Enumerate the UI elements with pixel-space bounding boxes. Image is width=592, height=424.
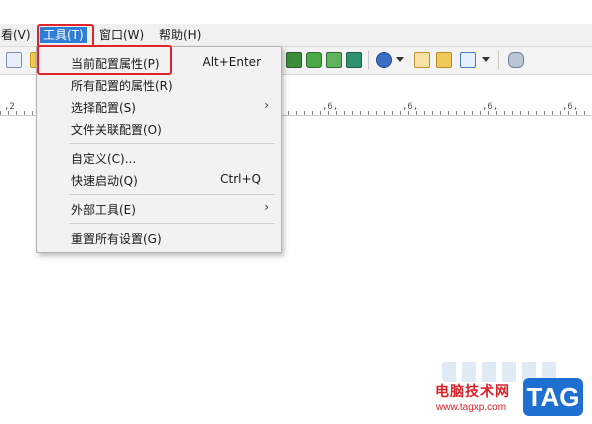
title-strip [0, 0, 592, 24]
menu-view[interactable]: 看(V) [0, 27, 34, 43]
menu-item-current-config-properties[interactable]: 当前配置属性(P) Alt+Enter [39, 52, 279, 74]
menu-help[interactable]: 帮助(H) [156, 27, 204, 43]
menu-item-customize[interactable]: 自定义(C)... [39, 147, 279, 169]
watermark-title: 电脑技术网 [435, 384, 510, 400]
menu-item-shortcut: Ctrl+Q [220, 172, 261, 186]
menu-separator [69, 194, 275, 195]
menu-window[interactable]: 窗口(W) [96, 27, 147, 43]
menu-item-quick-launch[interactable]: 快速启动(Q) Ctrl+Q [39, 169, 279, 191]
ruler-label: ,2 [4, 102, 15, 112]
watermark-url: www.tagxp.com [436, 402, 507, 413]
green-grid-icon[interactable] [286, 52, 302, 68]
chart-icon[interactable] [460, 52, 476, 68]
menu-item-shortcut: Alt+Enter [202, 55, 261, 69]
copy-icon[interactable] [6, 52, 22, 68]
toolbar-separator [498, 51, 499, 69]
tools-icon[interactable] [436, 52, 452, 68]
menu-item-external-tools[interactable]: 外部工具(E) › [39, 198, 279, 220]
menu-item-label: 文件关联配置(O) [71, 123, 162, 137]
menu-tools[interactable]: 工具(T) [40, 27, 87, 43]
tools-dropdown-menu: 当前配置属性(P) Alt+Enter 所有配置的属性(R) 选择配置(S) ›… [36, 46, 282, 253]
menu-item-file-association-config[interactable]: 文件关联配置(O) [39, 118, 279, 140]
pin-icon[interactable] [508, 52, 524, 68]
menu-item-label: 所有配置的属性(R) [71, 79, 173, 93]
menu-item-reset-all-settings[interactable]: 重置所有设置(G) [39, 227, 279, 249]
globe-icon[interactable] [376, 52, 392, 68]
ruler-label: ,6, [562, 102, 579, 112]
menu-separator [69, 223, 275, 224]
refresh-icon[interactable] [306, 52, 322, 68]
menu-item-label: 快速启动(Q) [71, 174, 138, 188]
chart-dropdown-arrow-icon[interactable] [482, 55, 490, 71]
submenu-arrow-icon: › [264, 200, 269, 214]
menu-item-select-config[interactable]: 选择配置(S) › [39, 96, 279, 118]
ruler-label: ,6, [402, 102, 419, 112]
edit-icon[interactable] [414, 52, 430, 68]
globe-dropdown-arrow-icon[interactable] [396, 55, 404, 71]
ruler-label: ,6, [482, 102, 499, 112]
sync-icon[interactable] [326, 52, 342, 68]
menu-item-all-config-properties[interactable]: 所有配置的属性(R) [39, 74, 279, 96]
menu-item-label: 当前配置属性(P) [71, 57, 160, 71]
export-icon[interactable] [346, 52, 362, 68]
menu-item-label: 外部工具(E) [71, 203, 136, 217]
watermark-logo: TAG [523, 378, 583, 416]
menu-item-label: 选择配置(S) [71, 101, 136, 115]
menu-bar: 看(V) 工具(T) 窗口(W) 帮助(H) [0, 24, 592, 47]
menu-item-label: 自定义(C)... [71, 152, 137, 166]
submenu-arrow-icon: › [264, 98, 269, 112]
menu-item-label: 重置所有设置(G) [71, 232, 162, 246]
menu-separator [69, 143, 275, 144]
toolbar-separator [368, 51, 369, 69]
ruler-label: ,6, [322, 102, 339, 112]
